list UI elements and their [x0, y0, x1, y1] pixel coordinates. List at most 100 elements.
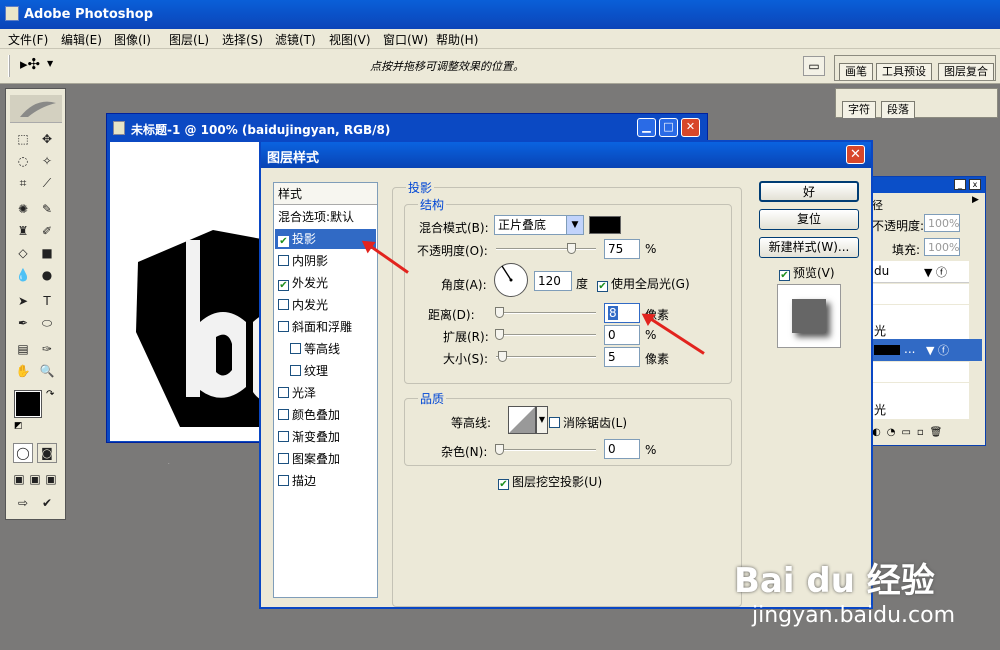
- style-item-9[interactable]: 颜色叠加: [278, 405, 340, 425]
- preview-checkbox[interactable]: ✔ 预览(V): [779, 264, 835, 281]
- style-checkbox[interactable]: [278, 387, 289, 398]
- noise-slider[interactable]: [495, 444, 596, 455]
- menu-window[interactable]: 窗口(W): [383, 31, 428, 48]
- layer-effect-row[interactable]: 光: [872, 320, 969, 340]
- style-checkbox[interactable]: [278, 475, 289, 486]
- new-style-button[interactable]: 新建样式(W)...: [759, 237, 859, 258]
- style-checkbox[interactable]: [278, 321, 289, 332]
- checkmark-icon[interactable]: ✔: [37, 493, 57, 513]
- style-item-6[interactable]: 等高线: [290, 339, 340, 359]
- move-tool-icon[interactable]: ✥: [37, 129, 57, 149]
- clone-stamp-icon[interactable]: ♜: [13, 221, 33, 241]
- notes-tool-icon[interactable]: ▤: [13, 339, 33, 359]
- contour-dropdown-icon[interactable]: ▼: [536, 406, 548, 434]
- standard-mode-icon[interactable]: ◯: [13, 443, 33, 463]
- swap-colors-icon[interactable]: ↷: [46, 389, 54, 400]
- style-checkbox[interactable]: ✔: [278, 236, 289, 247]
- opacity-slider-thumb[interactable]: [567, 243, 576, 254]
- distance-slider[interactable]: [495, 307, 596, 318]
- size-slider-thumb[interactable]: [498, 351, 507, 362]
- healing-brush-icon[interactable]: ✺: [13, 199, 33, 219]
- global-light-checkbox[interactable]: ✔ 使用全局光(G): [597, 275, 690, 292]
- spread-slider[interactable]: [495, 329, 596, 340]
- panel-minimize-icon[interactable]: _: [954, 179, 966, 190]
- path-selection-icon[interactable]: ➤: [13, 291, 33, 311]
- shadow-color-swatch[interactable]: [589, 216, 621, 234]
- maximize-icon[interactable]: □: [659, 118, 678, 137]
- layers-tab-paths[interactable]: 径: [872, 197, 883, 213]
- tab-tool-presets[interactable]: 工具预设: [876, 63, 932, 80]
- eraser-tool-icon[interactable]: ◇: [13, 243, 33, 263]
- document-titlebar[interactable]: 未标题-1 @ 100% (baidujingyan, RGB/8) ▁ □ ✕: [107, 114, 707, 142]
- style-item-7[interactable]: 纹理: [290, 361, 328, 381]
- chevron-down-icon[interactable]: ▼: [566, 216, 583, 234]
- jump-to-imageready-icon[interactable]: ⇨: [13, 493, 33, 513]
- spread-slider-thumb[interactable]: [495, 329, 504, 340]
- move-tool-icon[interactable]: ▸✣: [20, 55, 40, 73]
- ok-button[interactable]: 好: [759, 181, 859, 202]
- style-item-10[interactable]: 渐变叠加: [278, 427, 340, 447]
- tab-character[interactable]: 字符: [842, 101, 876, 118]
- crop-tool-icon[interactable]: ⌗: [13, 173, 33, 193]
- style-checkbox[interactable]: ✔: [278, 280, 289, 291]
- default-colors-icon[interactable]: ◩: [14, 421, 23, 431]
- tab-paragraph[interactable]: 段落: [881, 101, 915, 118]
- layer-row[interactable]: [872, 362, 969, 382]
- size-input[interactable]: 5: [604, 347, 640, 367]
- blur-tool-icon[interactable]: 💧: [13, 265, 33, 285]
- minimize-icon[interactable]: ▁: [637, 118, 656, 137]
- menu-layer[interactable]: 图层(L): [169, 31, 209, 48]
- style-item-12[interactable]: 描边: [278, 471, 316, 491]
- style-checkbox[interactable]: [278, 409, 289, 420]
- style-checkbox[interactable]: [278, 431, 289, 442]
- contour-preview[interactable]: [508, 406, 536, 434]
- shape-tool-icon[interactable]: ⬭: [37, 313, 57, 333]
- dodge-tool-icon[interactable]: ●: [37, 265, 57, 285]
- layer-row[interactable]: [872, 284, 969, 304]
- style-checkbox[interactable]: [290, 365, 301, 376]
- panel-menu-arrow-icon[interactable]: ▶: [972, 195, 979, 205]
- foreground-color-swatch[interactable]: [14, 390, 42, 418]
- style-item-11[interactable]: 图案叠加: [278, 449, 340, 469]
- marquee-tool-icon[interactable]: ⬚: [13, 129, 33, 149]
- tab-brushes[interactable]: 画笔: [839, 63, 873, 80]
- style-item-4[interactable]: 内发光: [278, 295, 328, 315]
- dialog-titlebar[interactable]: 图层样式 ✕: [261, 142, 871, 168]
- style-checkbox[interactable]: [290, 343, 301, 354]
- layer-row[interactable]: du ▼ ⓕ: [872, 261, 969, 283]
- lasso-tool-icon[interactable]: ◌: [13, 151, 33, 171]
- file-browser-icon[interactable]: ▭: [803, 56, 825, 76]
- spread-input[interactable]: 0: [604, 325, 640, 345]
- angle-dial[interactable]: [494, 263, 528, 297]
- brush-tool-icon[interactable]: ✎: [37, 199, 57, 219]
- menu-edit[interactable]: 编辑(E): [61, 31, 102, 48]
- style-checkbox[interactable]: [278, 453, 289, 464]
- menu-help[interactable]: 帮助(H): [436, 31, 478, 48]
- style-item-2[interactable]: 内阴影: [278, 251, 328, 271]
- distance-slider-thumb[interactable]: [495, 307, 504, 318]
- angle-input[interactable]: 120: [534, 271, 572, 291]
- styles-header[interactable]: 样式: [274, 183, 377, 205]
- reset-button[interactable]: 复位: [759, 209, 859, 230]
- zoom-tool-icon[interactable]: 🔍: [37, 361, 57, 381]
- layers-fill-input[interactable]: 100%: [924, 238, 960, 256]
- style-item-3[interactable]: ✔ 外发光: [278, 273, 328, 293]
- menu-select[interactable]: 选择(S): [222, 31, 263, 48]
- layers-bottom-icons[interactable]: ◐◔▭▫🗑: [872, 427, 985, 445]
- menu-image[interactable]: 图像(I): [114, 31, 151, 48]
- photoshop-feather-icon[interactable]: [10, 95, 62, 123]
- tab-layer-comps[interactable]: 图层复合: [938, 63, 994, 80]
- antialias-checkbox[interactable]: 消除锯齿(L): [549, 414, 627, 431]
- menu-file[interactable]: 文件(F): [8, 31, 48, 48]
- quick-mask-icon[interactable]: ◙: [37, 443, 57, 463]
- knockout-checkbox[interactable]: ✔ 图层挖空投影(U): [498, 473, 602, 490]
- style-item-5[interactable]: 斜面和浮雕: [278, 317, 352, 337]
- hand-tool-icon[interactable]: ✋: [13, 361, 33, 381]
- slice-tool-icon[interactable]: ⟋: [37, 173, 57, 193]
- history-brush-icon[interactable]: ✐: [37, 221, 57, 241]
- pen-tool-icon[interactable]: ✒: [13, 313, 33, 333]
- layer-effect-row[interactable]: 光: [872, 399, 969, 419]
- type-tool-icon[interactable]: T: [37, 291, 57, 311]
- opacity-slider[interactable]: [496, 243, 596, 254]
- style-checkbox[interactable]: [278, 299, 289, 310]
